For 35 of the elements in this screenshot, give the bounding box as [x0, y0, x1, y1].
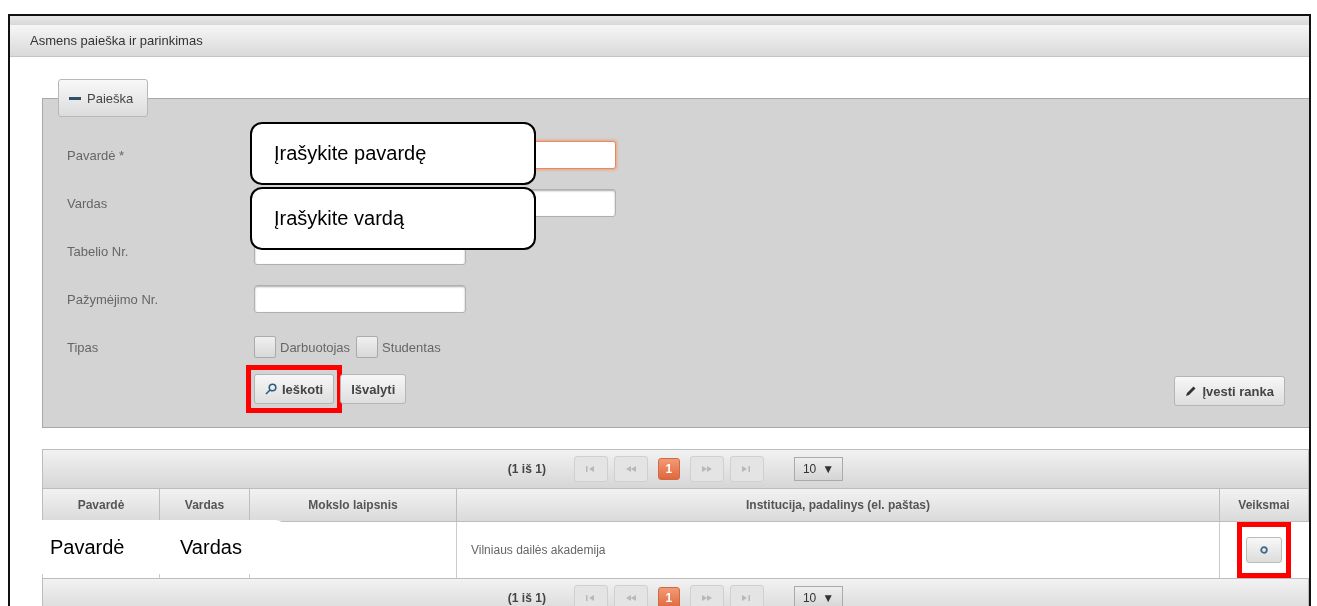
- checkbox[interactable]: [254, 336, 276, 358]
- rows-per-page-select[interactable]: 10 ▼: [793, 457, 844, 481]
- column-header: Pavardė: [42, 489, 160, 522]
- clear-button[interactable]: Išvalyti: [340, 374, 407, 404]
- select-button[interactable]: [1246, 537, 1283, 563]
- field-label: Tipas: [67, 339, 100, 355]
- next-page-icon: [699, 464, 714, 474]
- hint-tooltip: Įrašykite pavardę: [250, 122, 536, 185]
- checkbox[interactable]: [356, 336, 379, 358]
- table-cell: Vilniaus dailės akademija: [471, 543, 606, 557]
- column-header: Institucija, padalinys (el. paštas): [456, 489, 1220, 522]
- hint-tooltip: Įrašykite vardą: [250, 187, 536, 250]
- field-label: Pavardė *: [67, 147, 126, 163]
- annotation-label: Vardas: [180, 535, 242, 559]
- page-summary: (1 iš 1): [507, 591, 546, 605]
- field-label: Vardas: [67, 195, 109, 211]
- dialog-title: Asmens paieška ir parinkimas: [30, 33, 203, 48]
- column-header: Veiksmai: [1219, 489, 1309, 522]
- checkbox-label: Darbuotojas: [280, 339, 351, 355]
- collapse-toggle[interactable]: Paieška: [58, 79, 149, 117]
- search-icon: [265, 383, 277, 395]
- pencil-icon: [1185, 385, 1198, 397]
- page-summary: (1 iš 1): [507, 462, 546, 476]
- text-field[interactable]: [254, 285, 466, 313]
- search-button[interactable]: Ieškoti: [254, 374, 335, 404]
- field-label: Pažymėjimo Nr.: [67, 291, 160, 307]
- annotation-label: Pavardė: [50, 535, 126, 559]
- manual-entry-button[interactable]: Įvesti ranka: [1174, 376, 1285, 406]
- field-label: Tabelio Nr.: [67, 243, 130, 259]
- rows-per-page-select[interactable]: 10 ▼: [793, 586, 844, 606]
- column-header: Vardas: [159, 489, 250, 522]
- checkbox-label: Studentas: [382, 339, 441, 355]
- column-header: Mokslo laipsnis: [249, 489, 457, 522]
- next-page-icon: [699, 593, 714, 603]
- circle-icon: [1260, 546, 1269, 554]
